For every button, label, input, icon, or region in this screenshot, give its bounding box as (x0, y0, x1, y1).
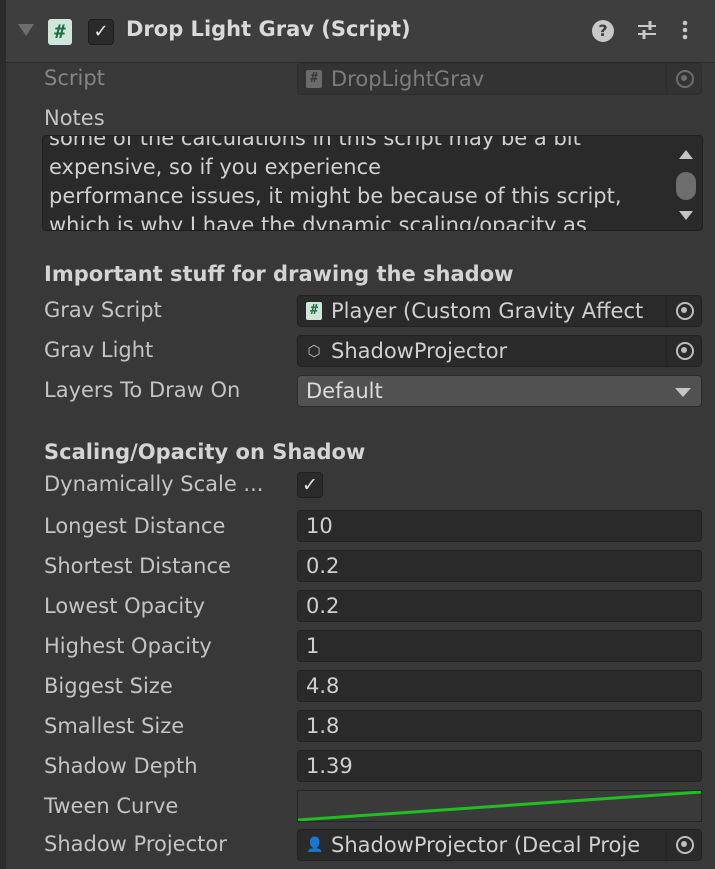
presets-icon[interactable] (634, 18, 660, 44)
chevron-down-icon (675, 388, 691, 397)
left-edge (0, 0, 6, 869)
curve-line (297, 790, 702, 822)
gameobject-cube-icon: ⬡ (307, 342, 321, 360)
highest-opacity-input[interactable]: 1 (297, 630, 702, 662)
shadow-projector-label: Shadow Projector (44, 832, 227, 856)
notes-label: Notes (44, 106, 105, 130)
lowest-opacity-input[interactable]: 0.2 (297, 590, 702, 622)
grav-script-field[interactable]: # Player (Custom Gravity Affect (297, 295, 702, 327)
section-title-shadow: Important stuff for drawing the shadow (44, 262, 514, 286)
grav-script-value: Player (Custom Gravity Affect (331, 299, 644, 323)
more-icon[interactable] (672, 18, 698, 44)
foldout-arrow-icon[interactable] (18, 24, 34, 36)
field-label: Highest Opacity (44, 634, 212, 658)
script-label: Script (44, 66, 105, 90)
layers-dropdown[interactable]: Default (297, 375, 702, 407)
field-label: Smallest Size (44, 714, 185, 738)
grav-light-label: Grav Light (44, 338, 154, 362)
field-label: Longest Distance (44, 514, 226, 538)
notes-textarea[interactable]: some of the calculations in this script … (42, 135, 703, 231)
script-value: DropLightGrav (331, 67, 485, 91)
object-picker-icon[interactable] (666, 336, 701, 366)
grav-light-field[interactable]: ⬡ ShadowProjector (297, 335, 702, 367)
shadow-projector-field[interactable]: 👤 ShadowProjector (Decal Proje (297, 829, 702, 861)
field-label: Biggest Size (44, 674, 173, 698)
shadow-depth-input[interactable]: 1.39 (297, 750, 702, 782)
object-picker-icon[interactable] (666, 830, 701, 860)
component-enabled-toggle[interactable]: ✓ (88, 19, 114, 45)
layers-label: Layers To Draw On (44, 378, 241, 402)
biggest-size-input[interactable]: 4.8 (297, 670, 702, 702)
scroll-up-icon[interactable] (679, 150, 693, 159)
inspector-panel: # ✓ Drop Light Grav (Script) ? Script # … (0, 0, 715, 869)
object-picker-icon (666, 64, 701, 94)
section-title-scaling: Scaling/Opacity on Shadow (44, 440, 366, 464)
longest-distance-input[interactable]: 10 (297, 510, 702, 542)
tween-curve-field[interactable] (297, 790, 702, 822)
shadow-projector-value: ShadowProjector (Decal Proje (331, 833, 641, 857)
decal-projector-icon: 👤 (306, 837, 324, 853)
component-title: Drop Light Grav (Script) (126, 17, 411, 41)
notes-text: some of the calculations in this script … (49, 135, 622, 231)
smallest-size-input[interactable]: 1.8 (297, 710, 702, 742)
field-label: Shadow Depth (44, 754, 198, 778)
script-icon: # (306, 302, 322, 320)
field-label: Lowest Opacity (44, 594, 205, 618)
shortest-distance-input[interactable]: 0.2 (297, 550, 702, 582)
dynamic-scale-label: Dynamically Scale ... (44, 472, 264, 496)
dynamic-scale-checkbox[interactable]: ✓ (297, 472, 323, 498)
layers-value: Default (306, 379, 383, 403)
object-picker-icon[interactable] (666, 296, 701, 326)
script-icon: # (306, 70, 322, 88)
script-icon: # (48, 19, 72, 45)
field-label: Shortest Distance (44, 554, 231, 578)
grav-script-label: Grav Script (44, 298, 162, 322)
scroll-down-icon[interactable] (679, 211, 693, 220)
script-field: # DropLightGrav (297, 63, 702, 95)
grav-light-value: ShadowProjector (331, 339, 508, 363)
component-header[interactable]: # ✓ Drop Light Grav (Script) ? (6, 0, 715, 63)
help-icon[interactable]: ? (592, 20, 614, 42)
tween-curve-label: Tween Curve (44, 794, 179, 818)
scrollbar-thumb[interactable] (676, 172, 696, 200)
